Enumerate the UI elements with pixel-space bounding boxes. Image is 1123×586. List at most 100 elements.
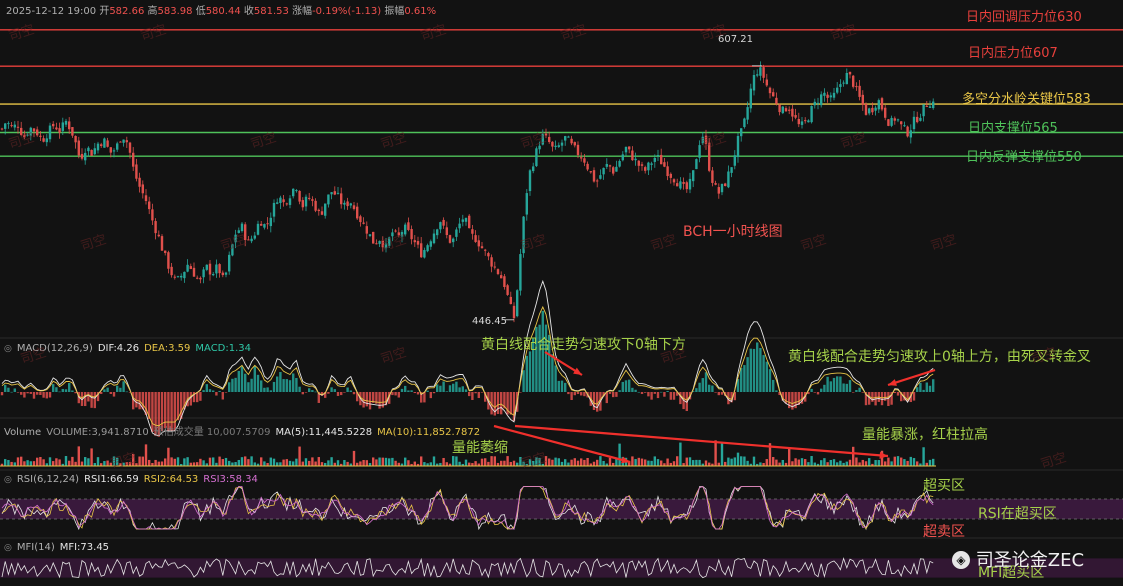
macd-histogram-bar <box>647 392 650 397</box>
candle-body <box>119 141 122 143</box>
volume-arrow-right <box>514 424 889 458</box>
macd-annotation-left: 黄白线配合走势匀速攻下0轴下方 <box>481 337 686 353</box>
candle-body <box>464 218 468 222</box>
macd-histogram-bar <box>90 392 93 408</box>
volume-bar <box>10 461 13 466</box>
volume-bar <box>420 456 423 466</box>
macd-histogram-bar <box>240 366 244 392</box>
volume-bar <box>343 460 346 466</box>
volume-bar <box>330 457 333 466</box>
volume-bar <box>567 462 570 466</box>
macd-histogram-bar <box>746 357 749 392</box>
candle-body <box>250 238 253 242</box>
macd-histogram-bar <box>631 387 634 392</box>
macd-histogram-bar <box>698 382 701 392</box>
volume-bar <box>733 457 736 466</box>
candle-body <box>471 229 474 234</box>
candle-body <box>720 183 724 193</box>
candle-body <box>925 105 928 107</box>
candle-body <box>580 157 583 159</box>
macd-histogram-bar <box>557 380 560 392</box>
macd-histogram-bar <box>308 388 311 392</box>
eye-icon[interactable]: ◎ <box>4 475 12 485</box>
macd-histogram-bar <box>20 392 23 395</box>
candle-body <box>288 198 292 205</box>
volume-bar <box>103 461 106 466</box>
candle-body <box>496 269 500 275</box>
candle-body <box>845 72 848 85</box>
macd-histogram-bar <box>672 392 676 400</box>
candle-body <box>333 191 336 195</box>
macd-histogram-bar <box>432 392 436 394</box>
chart-title: BCH一小时线图 <box>683 224 783 240</box>
candle-body <box>39 135 42 137</box>
macd-histogram-bar <box>426 390 429 392</box>
volume-bar <box>727 457 730 466</box>
eye-icon[interactable]: ◎ <box>4 543 12 553</box>
candle-body <box>420 243 423 258</box>
macd-histogram-bar <box>439 385 442 392</box>
volume-bar <box>381 457 384 466</box>
macd-histogram-bar <box>653 392 656 394</box>
volume-bar <box>608 457 612 466</box>
candle-body <box>304 196 308 207</box>
volume-bar <box>282 459 285 466</box>
macd-histogram-bar <box>717 392 720 396</box>
candle-body <box>372 231 375 244</box>
macd-histogram-bar <box>912 392 916 401</box>
candle-body <box>672 179 676 183</box>
macd-histogram-bar <box>260 380 263 392</box>
candle-body <box>663 162 666 167</box>
volume-bar <box>874 460 877 466</box>
volume-bar <box>580 458 583 466</box>
candle-body <box>599 175 602 179</box>
macd-histogram-bar <box>215 392 218 396</box>
candle-body <box>861 94 864 105</box>
volume-bar <box>557 458 560 466</box>
candle-body <box>788 109 791 111</box>
candle-body <box>311 199 314 201</box>
volume-bar <box>503 460 506 466</box>
candle-body <box>756 74 759 76</box>
macd-histogram-bar <box>468 392 471 397</box>
candle-body <box>61 122 64 131</box>
macd-histogram-bar <box>884 392 887 401</box>
candle-body <box>426 245 429 252</box>
candle-body <box>749 88 752 109</box>
volume-bar <box>714 440 717 466</box>
volume-bar <box>68 460 71 466</box>
volume-bar <box>912 458 916 466</box>
candle-body <box>832 92 836 98</box>
macd-histogram-bar <box>202 390 205 392</box>
candle-body <box>404 224 407 235</box>
macd-histogram-bar <box>605 392 608 404</box>
low-mark-label: 446.45 <box>472 316 507 327</box>
candle-body <box>7 123 10 125</box>
macd-histogram-bar <box>250 378 253 392</box>
macd-histogram-bar <box>922 389 925 392</box>
eye-icon[interactable]: ◎ <box>4 344 12 354</box>
candle-body <box>887 119 890 126</box>
candle-body <box>138 177 141 187</box>
candle-body <box>676 183 679 187</box>
candle-body <box>858 85 861 97</box>
candle-body <box>221 272 224 276</box>
macd-histogram-bar <box>823 384 826 392</box>
volume-bar <box>909 456 912 466</box>
volume-bar <box>500 460 503 466</box>
macd-histogram-bar <box>608 392 612 394</box>
candle-body <box>295 190 298 192</box>
macd-histogram-bar <box>330 387 333 392</box>
candle-body <box>909 130 912 138</box>
candle-body <box>573 142 576 146</box>
macd-histogram-bar <box>343 392 346 393</box>
volume-bar <box>922 447 925 466</box>
volume-bar <box>173 458 176 466</box>
macd-histogram-bar <box>615 392 618 397</box>
macd-histogram-bar <box>628 379 631 392</box>
volume-bar <box>823 458 826 466</box>
candle-body <box>836 87 839 93</box>
volume-bar <box>864 461 868 466</box>
macd-histogram-bar <box>314 391 317 393</box>
macd-histogram-bar <box>570 392 573 401</box>
